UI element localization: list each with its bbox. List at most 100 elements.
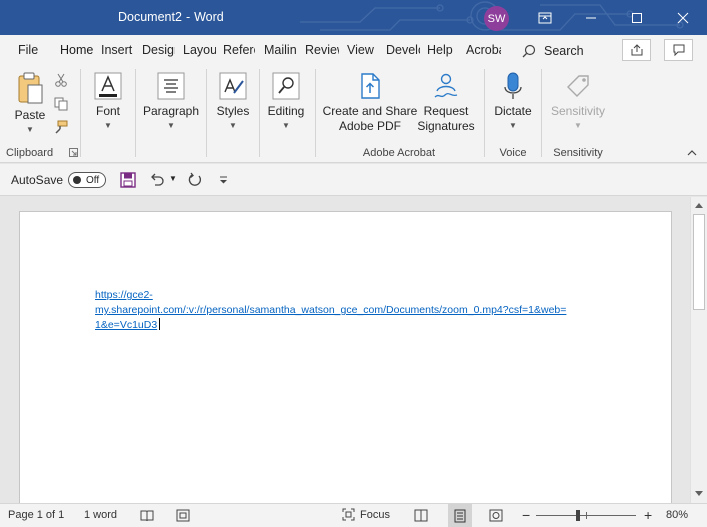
create-pdf-line1: Create and Share (322, 104, 418, 118)
sensitivity-tag-icon (567, 75, 589, 97)
format-painter-button[interactable] (54, 120, 68, 137)
create-share-pdf-button[interactable]: Create and Share Adobe PDF (322, 71, 418, 134)
text-cursor (159, 318, 161, 330)
undo-icon (151, 173, 164, 186)
tab-help[interactable]: Help (427, 43, 457, 57)
web-layout-icon[interactable] (489, 509, 503, 522)
focus-button[interactable]: Focus (342, 508, 390, 521)
redo-button[interactable] (187, 172, 203, 191)
dictate-label: Dictate (494, 104, 532, 118)
share-button[interactable] (622, 39, 651, 61)
tab-layout[interactable]: Layout (183, 43, 216, 57)
link-line-1: https://gce2- (95, 289, 153, 301)
minimize-icon (586, 17, 596, 18)
save-button[interactable] (120, 172, 136, 191)
copy-icon (54, 97, 68, 111)
focus-icon (342, 508, 355, 521)
read-mode-icon[interactable] (414, 509, 428, 522)
font-label: Font (95, 104, 120, 118)
styles-button[interactable]: Styles ▼ (211, 71, 255, 130)
quick-access-toolbar: AutoSave Off ▼ (0, 164, 707, 196)
voice-group: Dictate ▼ Voice (485, 65, 541, 163)
adobe-acrobat-group: Create and Share Adobe PDF Request Signa… (316, 65, 482, 163)
user-avatar[interactable]: SW (484, 6, 509, 31)
editing-caret-icon: ▼ (282, 121, 290, 130)
page-count[interactable]: Page 1 of 1 (8, 509, 64, 521)
dictate-button[interactable]: Dictate ▼ (489, 71, 537, 130)
dialog-launcher-icon[interactable] (69, 148, 78, 157)
scroll-up-arrow-icon[interactable] (695, 203, 703, 208)
accessibility-icon[interactable] (176, 509, 190, 522)
paste-button[interactable]: Paste ▼ (12, 71, 48, 134)
autosave-label: AutoSave (11, 173, 64, 187)
tab-home[interactable]: Home (60, 43, 93, 57)
font-caret-icon: ▼ (104, 121, 112, 130)
editing-button[interactable]: Editing ▼ (264, 71, 308, 130)
vertical-scrollbar[interactable] (690, 197, 707, 503)
proofing-book-icon[interactable] (140, 509, 154, 522)
scrollbar-thumb[interactable] (693, 214, 705, 310)
cut-button[interactable] (54, 73, 68, 90)
comments-button[interactable] (664, 39, 693, 61)
sensitivity-caret-icon: ▼ (574, 121, 582, 130)
paragraph-button[interactable]: Paragraph ▼ (140, 71, 202, 130)
customize-qat-button[interactable] (219, 174, 228, 188)
app-name: Word (194, 10, 224, 24)
paragraph-caret-icon: ▼ (167, 121, 175, 130)
sensitivity-group: Sensitivity ▼ Sensitivity (542, 65, 614, 163)
maximize-button[interactable] (614, 0, 660, 35)
tab-view[interactable]: View (347, 43, 377, 57)
zoom-slider-handle[interactable] (576, 510, 580, 521)
paragraph-label: Paragraph (142, 104, 200, 118)
tab-insert[interactable]: Insert (101, 43, 135, 57)
link-line-3-text: 1&e=Vc1uD3 (95, 319, 158, 331)
signature-icon (434, 73, 458, 98)
ribbon-display-icon (538, 12, 552, 23)
search-box[interactable]: Search (522, 41, 584, 61)
scroll-down-arrow-icon[interactable] (695, 491, 703, 496)
link-line-2: my.sharepoint.com/:v:/r/personal/samanth… (95, 304, 567, 316)
autosave-toggle[interactable]: Off (68, 172, 106, 188)
sensitivity-button[interactable]: Sensitivity ▼ (548, 71, 608, 130)
undo-dropdown-icon[interactable]: ▼ (169, 174, 177, 183)
request-signatures-button[interactable]: Request Signatures (416, 71, 476, 134)
tab-acrobat[interactable]: Acrobat (466, 43, 501, 57)
create-pdf-line2: Adobe PDF (338, 119, 402, 133)
undo-button[interactable] (149, 172, 165, 191)
ribbon-display-options-button[interactable] (522, 0, 568, 35)
tab-references[interactable]: References (223, 43, 255, 57)
zoom-slider[interactable] (536, 510, 636, 521)
sensitivity-label: Sensitivity (550, 104, 606, 118)
zoom-level[interactable]: 80% (666, 509, 688, 521)
print-layout-button[interactable] (448, 504, 472, 527)
minimize-button[interactable] (568, 0, 614, 35)
tab-file[interactable]: File (18, 43, 40, 57)
ribbon-divider (206, 69, 207, 157)
styles-label: Styles (216, 104, 250, 118)
tab-mailings[interactable]: Mailings (264, 43, 296, 57)
paragraph-align-icon (157, 72, 185, 100)
format-painter-icon (55, 120, 68, 134)
scissors-icon (55, 73, 67, 87)
document-page[interactable]: https://gce2- my.sharepoint.com/:v:/r/pe… (19, 211, 672, 503)
collapse-ribbon-icon[interactable] (687, 150, 697, 156)
zoom-out-button[interactable]: − (522, 507, 530, 523)
zoom-in-button[interactable]: + (644, 507, 652, 523)
copy-button[interactable] (54, 97, 68, 114)
tab-design[interactable]: Design (142, 43, 175, 57)
close-button[interactable] (660, 0, 706, 35)
styles-caret-icon: ▼ (229, 121, 237, 130)
document-name: Document2 (118, 10, 182, 24)
search-label: Search (544, 44, 584, 58)
document-hyperlink[interactable]: https://gce2- my.sharepoint.com/:v:/r/pe… (95, 288, 605, 333)
ribbon-divider (135, 69, 136, 157)
paste-label: Paste (14, 108, 46, 122)
font-button[interactable]: Font ▼ (86, 71, 130, 130)
tab-developer[interactable]: Developer (386, 43, 420, 57)
word-count[interactable]: 1 word (84, 509, 117, 521)
redo-icon (188, 172, 202, 186)
clipboard-group: Paste ▼ Clipboard (0, 65, 80, 163)
paste-caret-icon: ▼ (26, 125, 34, 134)
tab-review[interactable]: Review (305, 43, 339, 57)
status-bar: Page 1 of 1 1 word Focus − + 80% (0, 503, 707, 527)
